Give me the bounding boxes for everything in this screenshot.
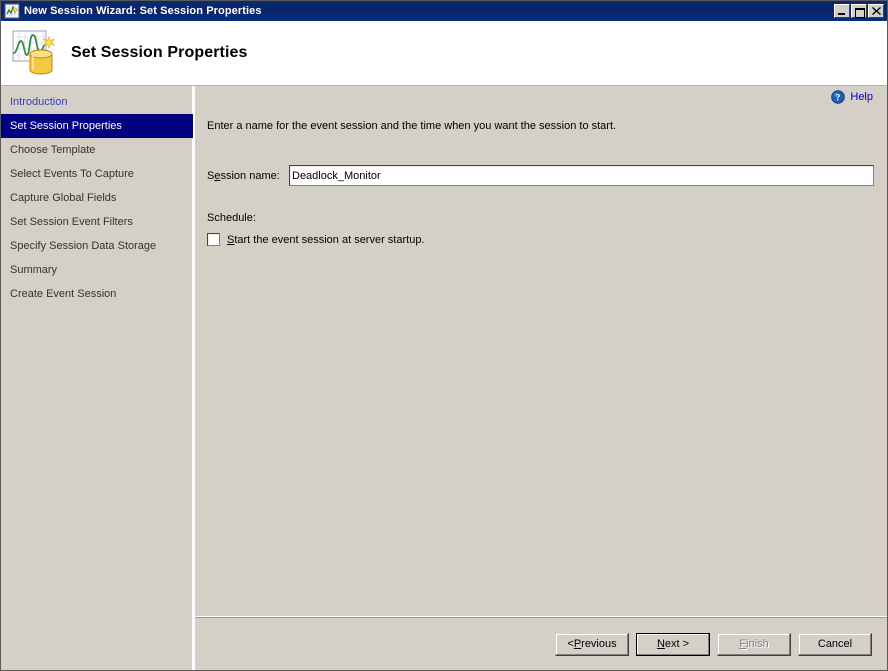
btn-mnemonic: P bbox=[573, 638, 582, 650]
content-wrapper: ? Help Enter a name for the event sessio… bbox=[194, 86, 887, 670]
body-area: Introduction Set Session Properties Choo… bbox=[1, 86, 887, 670]
session-name-row: Session name: bbox=[207, 165, 875, 186]
title-bar: New Session Wizard: Set Session Properti… bbox=[1, 1, 887, 21]
page-header: Set Session Properties bbox=[1, 21, 887, 86]
wizard-icon bbox=[4, 3, 20, 19]
session-name-input[interactable] bbox=[289, 165, 874, 186]
btn-mnemonic: N bbox=[656, 638, 665, 650]
help-link[interactable]: Help bbox=[850, 91, 873, 103]
page-title: Set Session Properties bbox=[71, 44, 248, 61]
sidebar-item-label: Set Session Properties bbox=[10, 120, 122, 132]
sidebar-item-introduction[interactable]: Introduction bbox=[1, 90, 193, 114]
btn-label-post: Cancel bbox=[817, 638, 853, 650]
help-question-icon[interactable]: ? bbox=[831, 90, 846, 104]
btn-mnemonic: F bbox=[739, 638, 747, 650]
sidebar-item-specify-session-data-storage[interactable]: Specify Session Data Storage bbox=[1, 234, 193, 258]
window-title: New Session Wizard: Set Session Properti… bbox=[24, 5, 262, 17]
sidebar-item-set-session-properties[interactable]: Set Session Properties bbox=[1, 114, 193, 138]
schedule-label: Schedule: bbox=[207, 212, 256, 224]
sidebar-item-choose-template[interactable]: Choose Template bbox=[1, 138, 193, 162]
cancel-button[interactable]: Cancel bbox=[798, 632, 872, 656]
sidebar-item-create-event-session[interactable]: Create Event Session bbox=[1, 282, 193, 306]
sidebar-item-label: Capture Global Fields bbox=[10, 192, 117, 204]
wizard-window: New Session Wizard: Set Session Properti… bbox=[0, 0, 888, 671]
content-panel: ? Help Enter a name for the event sessio… bbox=[195, 86, 887, 617]
maximize-button[interactable] bbox=[851, 4, 867, 18]
minimize-button[interactable] bbox=[834, 4, 850, 18]
sidebar-item-label: Choose Template bbox=[10, 144, 96, 156]
sidebar-item-label: Specify Session Data Storage bbox=[10, 240, 157, 252]
wizard-steps-sidebar: Introduction Set Session Properties Choo… bbox=[1, 86, 194, 670]
previous-button[interactable]: < Previous bbox=[555, 632, 629, 656]
sidebar-item-capture-global-fields[interactable]: Capture Global Fields bbox=[1, 186, 193, 210]
btn-label-post: ext > bbox=[664, 638, 690, 650]
window-controls bbox=[834, 4, 884, 18]
label-part-post: tart the event session at server startup… bbox=[234, 233, 425, 246]
wizard-footer: < Previous Next > Finish Cancel bbox=[195, 617, 887, 670]
sidebar-item-label: Summary bbox=[10, 264, 58, 276]
instruction-text: Enter a name for the event session and t… bbox=[207, 120, 617, 132]
btn-label-post: inish bbox=[746, 638, 769, 650]
sidebar-item-select-events-to-capture[interactable]: Select Events To Capture bbox=[1, 162, 193, 186]
svg-text:?: ? bbox=[836, 94, 841, 104]
start-at-server-startup-checkbox[interactable] bbox=[207, 233, 220, 246]
help-row: ? Help bbox=[207, 86, 875, 104]
start-at-server-startup-label[interactable]: Start the event session at server startu… bbox=[227, 234, 425, 246]
sidebar-item-label: Select Events To Capture bbox=[10, 168, 134, 180]
sidebar-item-set-session-event-filters[interactable]: Set Session Event Filters bbox=[1, 210, 193, 234]
sidebar-item-label: Set Session Event Filters bbox=[10, 216, 133, 228]
close-button[interactable] bbox=[868, 4, 884, 18]
session-chart-database-icon bbox=[11, 29, 61, 77]
sidebar-item-label: Create Event Session bbox=[10, 288, 117, 300]
sidebar-item-label: Introduction bbox=[10, 96, 68, 108]
next-button[interactable]: Next > bbox=[636, 632, 710, 656]
session-name-label: Session name: bbox=[207, 170, 289, 182]
btn-label-post: revious bbox=[581, 638, 617, 650]
startup-checkbox-row: Start the event session at server startu… bbox=[207, 233, 875, 246]
label-part-post: ssion name: bbox=[220, 169, 280, 182]
sidebar-item-summary[interactable]: Summary bbox=[1, 258, 193, 282]
finish-button: Finish bbox=[717, 632, 791, 656]
